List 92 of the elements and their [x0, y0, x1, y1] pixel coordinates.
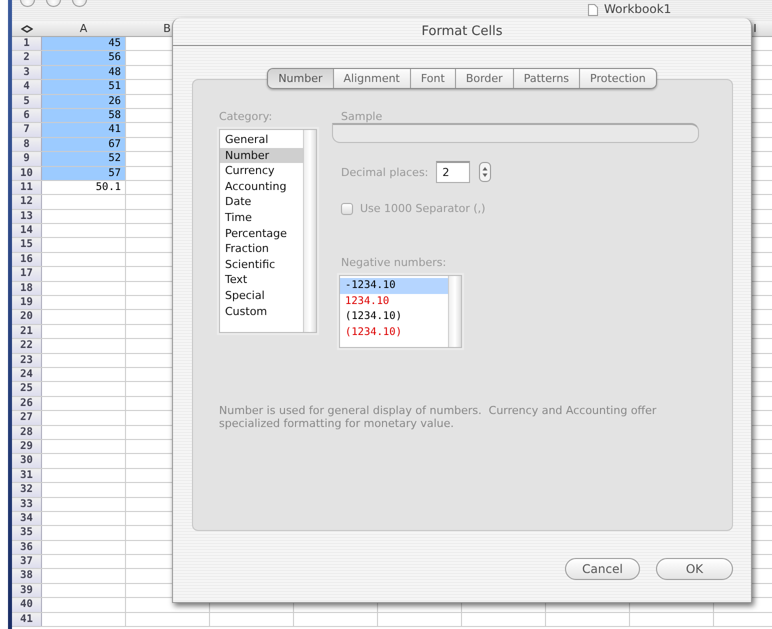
table-cell: 57: [42, 166, 125, 180]
row-header[interactable]: 20: [12, 310, 42, 324]
tab[interactable]: Border: [454, 69, 513, 88]
row-header[interactable]: 12: [12, 195, 42, 209]
negative-number-item[interactable]: -1234.10: [340, 278, 448, 294]
select-all-icon[interactable]: [21, 25, 33, 33]
row-header[interactable]: 4: [12, 80, 42, 94]
category-item[interactable]: Percentage: [220, 226, 303, 242]
row-header[interactable]: 41: [12, 612, 42, 626]
description-text: Number is used for general display of numbers. Currency and Accounting offer specialized formatting for monetary value.: [219, 404, 658, 430]
row-header[interactable]: 3: [12, 66, 42, 80]
sample-label: Sample: [341, 110, 384, 124]
document-icon: [588, 4, 598, 16]
table-cell-text: 50.1: [94, 180, 122, 194]
negative-number-item[interactable]: (1234.10): [340, 324, 448, 340]
row-header[interactable]: 37: [12, 555, 42, 568]
category-item[interactable]: Number: [220, 148, 303, 164]
category-item[interactable]: Date: [220, 194, 303, 210]
row-header[interactable]: 27: [12, 411, 42, 425]
table-cell: 48: [42, 66, 125, 80]
category-item[interactable]: Fraction: [220, 241, 303, 257]
row-header[interactable]: 22: [12, 339, 42, 353]
row-header[interactable]: 9: [12, 152, 42, 166]
row-header[interactable]: 34: [12, 512, 42, 526]
table-cell: 45: [42, 37, 125, 50]
row-header[interactable]: 2: [12, 51, 42, 65]
negative-numbers-label: Negative numbers:: [341, 256, 448, 270]
row-header[interactable]: 25: [12, 382, 42, 396]
table-cell: 41: [42, 123, 125, 137]
row-header[interactable]: 8: [12, 138, 42, 152]
scrollbar[interactable]: [303, 130, 316, 332]
category-item[interactable]: Accounting: [220, 178, 303, 194]
row-header[interactable]: 7: [12, 123, 42, 137]
row-header[interactable]: 33: [12, 498, 42, 511]
tab[interactable]: Alignment: [332, 69, 410, 88]
category-item[interactable]: Text: [220, 272, 303, 288]
window-title: Workbook1: [604, 2, 672, 17]
decimal-places-field[interactable]: 2: [436, 161, 470, 183]
row-header[interactable]: 23: [12, 354, 42, 367]
row-header[interactable]: 14: [12, 224, 42, 238]
category-label: Category:: [219, 110, 274, 124]
ok-button[interactable]: OK: [656, 558, 733, 580]
category-item[interactable]: Scientific: [220, 256, 303, 272]
row-header[interactable]: 11: [12, 180, 42, 194]
category-item[interactable]: Currency: [220, 163, 303, 179]
checkbox[interactable]: [341, 202, 353, 214]
row-header[interactable]: 13: [12, 210, 42, 224]
row-header[interactable]: 1: [12, 37, 42, 50]
row-header[interactable]: 28: [12, 426, 42, 439]
row-header[interactable]: 15: [12, 238, 42, 252]
table-cell: 67: [42, 138, 125, 152]
table-cell: 52: [42, 152, 125, 166]
row-header[interactable]: 35: [12, 526, 42, 540]
row-header[interactable]: 32: [12, 483, 42, 496]
row-header[interactable]: 31: [12, 468, 42, 482]
dialog-title: Format Cells: [421, 24, 502, 39]
row-header[interactable]: 5: [12, 94, 42, 108]
table-cell: 26: [42, 94, 125, 108]
table-cell: 51: [42, 80, 125, 94]
stepper-icon[interactable]: [479, 162, 492, 182]
row-header[interactable]: 30: [12, 454, 42, 468]
column-header[interactable]: A: [42, 22, 125, 36]
decimal-places-label: Decimal places:: [341, 166, 428, 178]
tab[interactable]: Font: [410, 69, 455, 88]
negative-number-item[interactable]: (1234.10): [340, 309, 448, 325]
row-header[interactable]: 21: [12, 324, 42, 338]
row-header[interactable]: 40: [12, 598, 42, 612]
row-header[interactable]: 36: [12, 540, 42, 554]
category-item[interactable]: General: [220, 132, 303, 148]
table-cell: 58: [42, 108, 125, 122]
row-header[interactable]: 17: [12, 267, 42, 281]
row-header[interactable]: 10: [12, 166, 42, 180]
row-header[interactable]: 39: [12, 584, 42, 598]
tab[interactable]: Protection: [579, 69, 656, 88]
table-cell: 56: [42, 51, 125, 65]
category-item[interactable]: Special: [220, 288, 303, 304]
row-header[interactable]: 26: [12, 396, 42, 410]
row-header[interactable]: 16: [12, 252, 42, 266]
tab[interactable]: Patterns: [512, 69, 580, 88]
row-header[interactable]: 24: [12, 368, 42, 382]
tab[interactable]: Number: [268, 69, 333, 88]
row-header[interactable]: 6: [12, 108, 42, 122]
row-header[interactable]: 38: [12, 569, 42, 583]
cancel-button[interactable]: Cancel: [565, 558, 640, 580]
category-item[interactable]: Time: [220, 210, 303, 226]
row-header[interactable]: 18: [12, 282, 42, 296]
negative-number-item[interactable]: 1234.10: [340, 294, 448, 310]
row-header[interactable]: 19: [12, 296, 42, 310]
category-item[interactable]: Custom: [220, 304, 303, 320]
scrollbar[interactable]: [448, 276, 461, 347]
row-header[interactable]: 29: [12, 440, 42, 454]
checkbox-label: Use 1000 Separator (,): [360, 202, 486, 215]
